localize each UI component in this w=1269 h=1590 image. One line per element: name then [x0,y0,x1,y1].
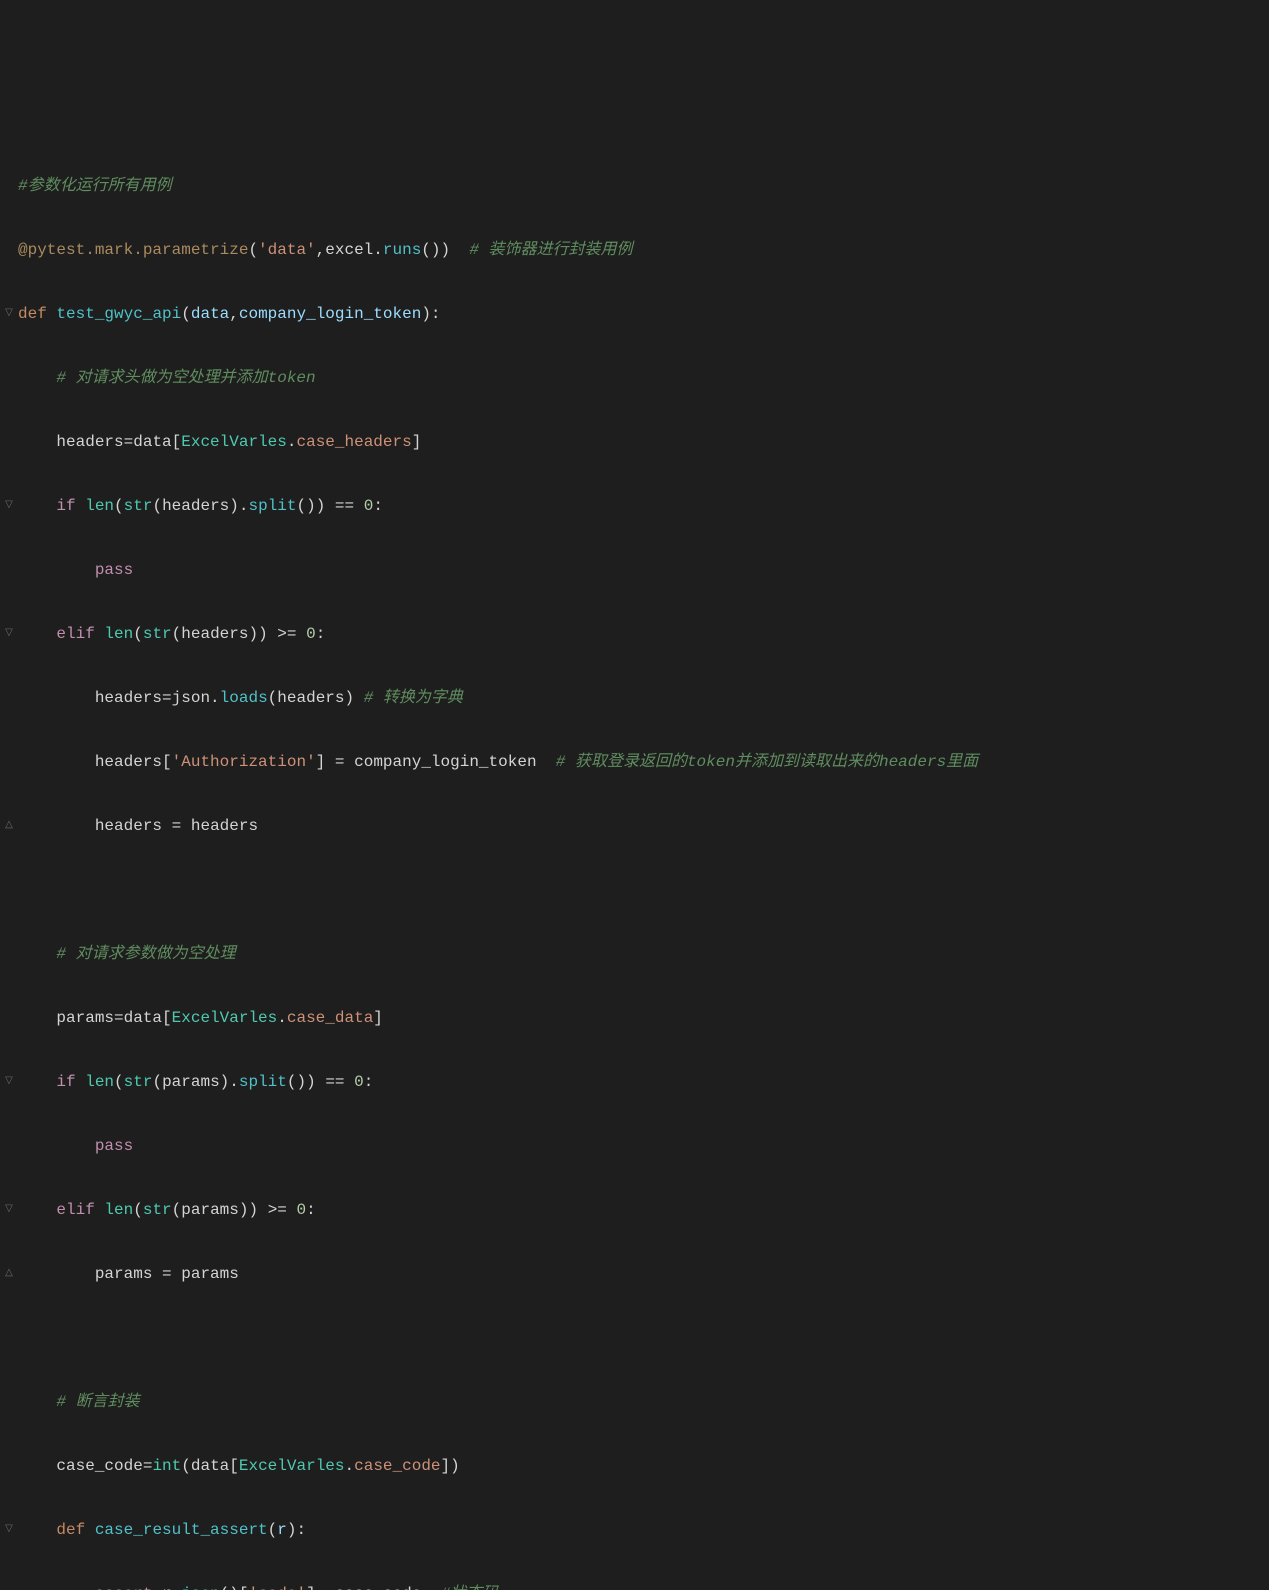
code-line[interactable]: @pytest.mark.parametrize('data',excel.ru… [18,234,1269,266]
code-line[interactable]: case_code=int(data[ExcelVarles.case_code… [18,1450,1269,1482]
fold-triangle-icon[interactable]: ▽ [2,1514,16,1546]
code-line[interactable]: △ params = params [18,1258,1269,1290]
fold-triangle-icon[interactable]: ▽ [2,1194,16,1226]
code-line[interactable]: ▽ elif len(str(headers)) >= 0: [18,618,1269,650]
code-line[interactable]: ▽ if len(str(params).split()) == 0: [18,1066,1269,1098]
fold-triangle-icon[interactable]: ▽ [2,1066,16,1098]
code-line[interactable]: #参数化运行所有用例 [18,170,1269,202]
code-line[interactable]: # 断言封装 [18,1386,1269,1418]
code-line[interactable]: headers['Authorization'] = company_login… [18,746,1269,778]
code-line[interactable]: △ headers = headers [18,810,1269,842]
code-line[interactable] [18,1322,1269,1354]
code-line[interactable] [18,874,1269,906]
comment: #参数化运行所有用例 [18,177,172,195]
code-line[interactable]: pass [18,1130,1269,1162]
fold-triangle-icon[interactable]: ▽ [2,618,16,650]
code-line[interactable]: ▽ def case_result_assert(r): [18,1514,1269,1546]
fold-end-icon[interactable]: △ [2,1258,16,1290]
code-line[interactable]: # 对请求参数做为空处理 [18,938,1269,970]
code-editor[interactable]: #参数化运行所有用例 @pytest.mark.parametrize('dat… [0,138,1269,1590]
code-line[interactable]: pass [18,554,1269,586]
code-line[interactable]: headers=data[ExcelVarles.case_headers] [18,426,1269,458]
code-line[interactable]: assert r.json()['code']==case_code #状态码 [18,1578,1269,1590]
decorator: @pytest.mark.parametrize [18,241,248,259]
fold-triangle-icon[interactable]: ▽ [2,490,16,522]
code-line[interactable]: headers=json.loads(headers) # 转换为字典 [18,682,1269,714]
code-line[interactable]: # 对请求头做为空处理并添加token [18,362,1269,394]
code-line[interactable]: params=data[ExcelVarles.case_data] [18,1002,1269,1034]
code-line[interactable]: ▽ if len(str(headers).split()) == 0: [18,490,1269,522]
fold-end-icon[interactable]: △ [2,810,16,842]
code-line[interactable]: ▽ elif len(str(params)) >= 0: [18,1194,1269,1226]
fold-triangle-icon[interactable]: ▽ [2,298,16,330]
code-line[interactable]: ▽def test_gwyc_api(data,company_login_to… [18,298,1269,330]
